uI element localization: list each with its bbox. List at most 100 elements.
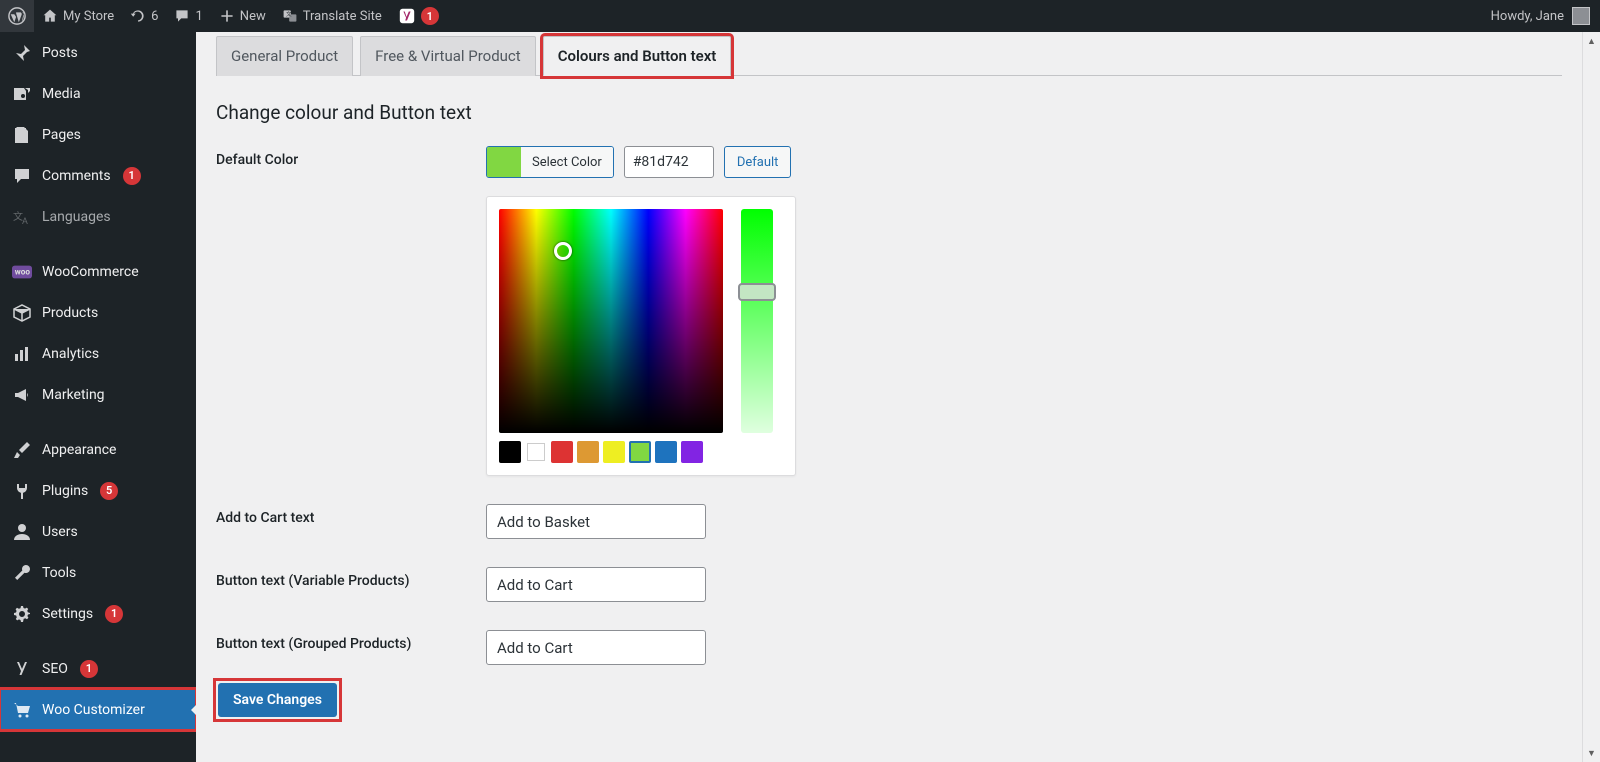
sidebar-item-label: Pages — [42, 127, 81, 143]
greeting-text[interactable]: Howdy, Jane — [1491, 9, 1564, 24]
wrench-icon — [12, 563, 32, 583]
comment-icon — [12, 166, 32, 186]
comments-link[interactable]: 1 — [166, 0, 210, 32]
new-label: New — [240, 9, 266, 24]
page-icon — [12, 125, 32, 145]
sidebar-item-pages[interactable]: Pages — [0, 114, 196, 155]
hue-slider[interactable] — [741, 209, 773, 433]
palette-swatch[interactable] — [655, 441, 677, 463]
translate-link[interactable]: 文 Translate Site — [274, 0, 390, 32]
sidebar-item-label: Settings — [42, 606, 93, 622]
sidebar-item-label: Analytics — [42, 346, 99, 362]
hex-input[interactable] — [624, 146, 714, 178]
avatar-icon[interactable] — [1572, 7, 1590, 25]
sidebar-item-appearance[interactable]: Appearance — [0, 429, 196, 470]
vertical-scrollbar[interactable]: ▲ ▼ — [1582, 32, 1600, 762]
yoast-adminbar[interactable]: 1 — [390, 0, 447, 32]
tab-general[interactable]: General Product — [216, 36, 353, 76]
sidebar-item-users[interactable]: Users — [0, 511, 196, 552]
main-content: General ProductFree & Virtual ProductCol… — [196, 32, 1582, 762]
translate-label: Translate Site — [303, 9, 382, 24]
sidebar-item-marketing[interactable]: Marketing — [0, 374, 196, 415]
sidebar-item-label: Tools — [42, 565, 76, 581]
sidebar-item-settings[interactable]: Settings 1 — [0, 593, 196, 634]
box-icon — [12, 303, 32, 323]
palette-swatch[interactable] — [525, 441, 547, 463]
color-picker — [486, 196, 796, 476]
palette-swatch[interactable] — [681, 441, 703, 463]
palette-swatch[interactable] — [577, 441, 599, 463]
spectrum-area[interactable] — [499, 209, 723, 433]
media-icon — [12, 84, 32, 104]
tab-colours[interactable]: Colours and Button text — [543, 36, 732, 76]
sidebar-badge: 5 — [100, 482, 118, 500]
palette-swatch[interactable] — [499, 441, 521, 463]
sidebar-item-tools[interactable]: Tools — [0, 552, 196, 593]
variable-text-label: Button text (Variable Products) — [216, 567, 486, 602]
select-color-label: Select Color — [521, 147, 613, 177]
sidebar-item-label: Products — [42, 305, 98, 321]
select-color-button[interactable]: Select Color — [486, 146, 614, 178]
sidebar-item-seo[interactable]: SEO 1 — [0, 648, 196, 689]
horn-icon — [12, 385, 32, 405]
plus-icon — [219, 8, 235, 24]
wordpress-icon — [8, 7, 26, 25]
color-swatch — [487, 147, 521, 177]
default-color-button[interactable]: Default — [724, 146, 792, 178]
new-content-link[interactable]: New — [211, 0, 274, 32]
sidebar-item-comments[interactable]: Comments 1 — [0, 155, 196, 196]
sidebar-item-label: Comments — [42, 168, 111, 184]
sidebar-badge: 1 — [105, 605, 123, 623]
sidebar-item-plugins[interactable]: Plugins 5 — [0, 470, 196, 511]
palette-row — [499, 441, 783, 463]
settings-tabs: General ProductFree & Virtual ProductCol… — [216, 36, 1562, 76]
yoast-icon — [398, 7, 416, 25]
admin-sidebar: Posts Media Pages Comments 1 文A Languages woo Wo… — [0, 32, 196, 762]
sidebar-item-analytics[interactable]: Analytics — [0, 333, 196, 374]
yoast-badge: 1 — [421, 7, 439, 25]
sidebar-item-label: Languages — [42, 209, 111, 225]
hue-thumb[interactable] — [738, 283, 776, 301]
add-to-cart-input[interactable] — [486, 504, 706, 539]
lang-icon: 文A — [12, 207, 32, 227]
svg-text:woo: woo — [15, 266, 31, 276]
sidebar-item-label: Plugins — [42, 483, 88, 499]
home-icon — [42, 8, 58, 24]
palette-swatch[interactable] — [629, 441, 651, 463]
sidebar-item-woo-custom[interactable]: Woo Customizer — [0, 689, 196, 730]
updates-link[interactable]: 6 — [122, 0, 166, 32]
palette-swatch[interactable] — [551, 441, 573, 463]
cart-icon — [12, 700, 32, 720]
comment-icon — [174, 8, 190, 24]
sidebar-item-products[interactable]: Products — [0, 292, 196, 333]
variable-text-input[interactable] — [486, 567, 706, 602]
sidebar-item-label: Media — [42, 86, 81, 102]
sidebar-item-label: Appearance — [42, 442, 116, 458]
sidebar-item-woocommerce[interactable]: woo WooCommerce — [0, 251, 196, 292]
sidebar-item-label: WooCommerce — [42, 264, 139, 280]
sidebar-item-label: Marketing — [42, 387, 105, 403]
spectrum-cursor[interactable] — [554, 242, 572, 260]
refresh-icon — [130, 8, 146, 24]
sidebar-item-media[interactable]: Media — [0, 73, 196, 114]
grouped-text-input[interactable] — [486, 630, 706, 665]
sidebar-item-languages[interactable]: 文A Languages — [0, 196, 196, 237]
wp-logo[interactable] — [0, 0, 34, 32]
save-highlight: Save Changes — [216, 681, 339, 719]
sidebar-item-label: SEO — [42, 661, 68, 677]
sidebar-badge: 1 — [80, 660, 98, 678]
translate-icon: 文 — [282, 8, 298, 24]
site-name-link[interactable]: My Store — [34, 0, 122, 32]
tab-virtual[interactable]: Free & Virtual Product — [360, 36, 536, 76]
yoast-icon — [12, 659, 32, 679]
user-icon — [12, 522, 32, 542]
palette-swatch[interactable] — [603, 441, 625, 463]
sidebar-badge: 1 — [123, 167, 141, 185]
save-changes-button[interactable]: Save Changes — [218, 683, 337, 717]
sidebar-item-posts[interactable]: Posts — [0, 32, 196, 73]
sidebar-item-label: Posts — [42, 45, 78, 61]
scroll-down-icon[interactable]: ▼ — [1583, 744, 1600, 762]
plug-icon — [12, 481, 32, 501]
woo-icon: woo — [12, 262, 32, 282]
scroll-up-icon[interactable]: ▲ — [1583, 32, 1600, 50]
